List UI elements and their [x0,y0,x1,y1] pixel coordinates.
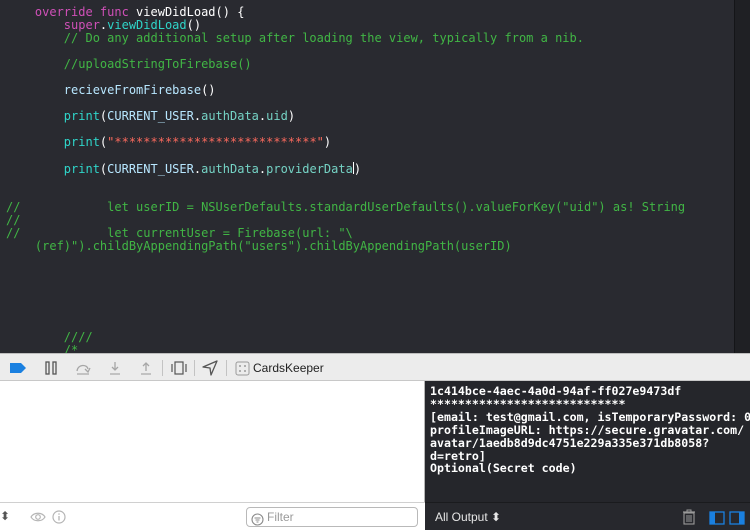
code-token: ) [287,109,296,123]
code-editor[interactable]: override func viewDidLoad() { super. view… [0,0,734,353]
step-over-icon[interactable] [74,360,92,376]
console-footer: All Output ⬍ [425,502,750,530]
debug-bar: CardsKeeper [0,353,750,381]
step-out-icon[interactable] [137,360,155,376]
code-token: print [63,109,100,123]
code-line[interactable]: recieveFromFirebase() [6,84,216,97]
code-token: . [193,109,202,123]
code-token: print [63,162,100,176]
code-line[interactable]: /* [6,343,79,354]
code-token: // [6,213,21,227]
breakpoint-toggle-icon[interactable] [9,360,27,376]
code-token: "****************************" [107,135,324,149]
code-token: . [193,162,202,176]
code-token: //uploadStringToFirebase() [63,57,252,71]
variables-view[interactable]: ⬍ [0,381,425,530]
variables-footer: ⬍ [0,502,425,530]
view-hierarchy-icon[interactable] [170,360,188,376]
location-icon[interactable] [201,360,219,376]
pause-icon[interactable] [42,360,60,376]
code-token: viewDidLoad() { [128,5,245,19]
code-token: override [34,5,93,19]
filter-icon [251,511,264,530]
code-token: uid [266,109,288,123]
code-token: // let userID = NSUserDefaults.standardU… [6,200,686,214]
split-left-icon[interactable] [709,510,725,529]
console-output: 1c414bce-4aec-4a0d-94af-ff027e9473df ***… [430,384,750,476]
editor-scrollbar[interactable] [734,0,750,353]
code-token: /* [63,343,79,354]
code-token: ) [353,162,362,176]
code-token: ) [323,135,332,149]
step-into-icon[interactable] [106,360,124,376]
code-token: () [186,18,202,32]
filter-field[interactable] [246,507,418,527]
code-line[interactable]: //uploadStringToFirebase() [6,58,252,71]
filter-input[interactable] [267,509,415,525]
code-token: super [63,18,100,32]
trash-icon[interactable] [682,509,696,529]
code-token: func [92,5,129,19]
code-token: authData [201,162,259,176]
code-token: CURRENT_USER [107,162,194,176]
split-right-icon[interactable] [729,510,745,529]
code-line[interactable]: (ref)").childByAppendingPath("users").ch… [6,240,512,253]
code-line[interactable]: print("****************************") [6,136,331,149]
code-line[interactable]: // let userID = NSUserDefaults.standardU… [6,201,685,214]
code-token: // Do any additional setup after loading… [63,31,584,45]
output-filter-select[interactable]: All Output ⬍ [435,510,501,524]
code-token: () [201,83,216,97]
code-token: // let currentUser = Firebase(url: "\ [6,226,353,240]
app-name: CardsKeeper [253,361,324,375]
code-line[interactable]: print(CURRENT_USER.authData.providerData… [6,162,361,176]
code-line[interactable]: print(CURRENT_USER.authData.uid) [6,110,295,123]
code-token: authData [201,109,259,123]
code-token: viewDidLoad [107,18,187,32]
info-icon[interactable] [52,509,66,528]
code-token: providerData [266,162,353,176]
app-icon [233,360,251,376]
code-token: (ref)").childByAppendingPath("users").ch… [6,239,512,253]
eye-icon[interactable] [30,509,46,528]
code-token: //// [63,330,93,344]
code-token: recieveFromFirebase [63,83,202,97]
scope-selector[interactable]: ⬍ [0,509,10,523]
code-line[interactable]: // Do any additional setup after loading… [6,32,584,45]
code-token: print [63,135,100,149]
code-token: CURRENT_USER [107,109,194,123]
console-view[interactable]: 1c414bce-4aec-4a0d-94af-ff027e9473df ***… [425,381,750,530]
